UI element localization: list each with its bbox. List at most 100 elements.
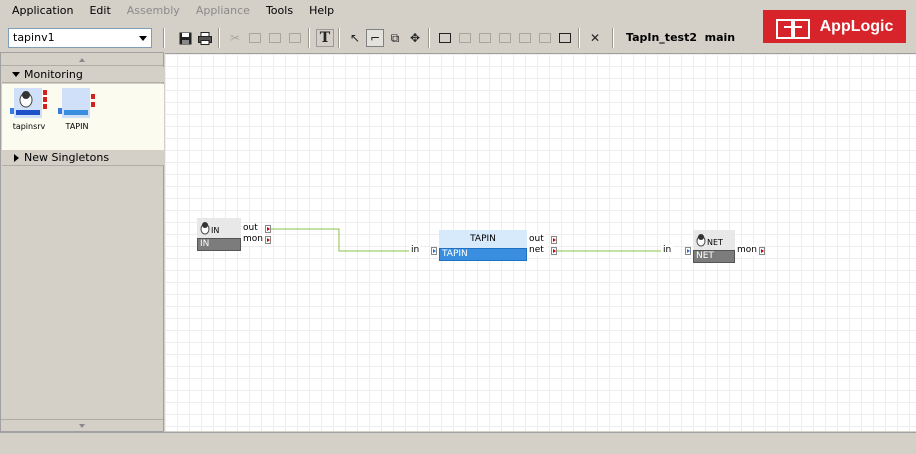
save-icon bbox=[179, 32, 191, 44]
chevron-up-icon bbox=[79, 58, 85, 62]
category-new-singletons[interactable]: New Singletons bbox=[2, 150, 164, 166]
port-label: out bbox=[241, 223, 260, 234]
monitor-chart-icon bbox=[559, 33, 571, 43]
copy-button[interactable] bbox=[246, 29, 264, 47]
linux-appliance-icon bbox=[10, 88, 48, 118]
port-label: mon bbox=[735, 245, 759, 256]
select-tool-button[interactable]: ↖ bbox=[346, 29, 364, 47]
toolbar-separator bbox=[612, 28, 614, 48]
connector-icon: ⌐ bbox=[369, 31, 381, 45]
view-button-4[interactable] bbox=[516, 29, 534, 47]
monitor-button[interactable] bbox=[556, 29, 574, 47]
component-palette: Monitoring tapinsrv TAPIN New Singletons bbox=[0, 52, 164, 432]
assembly-title: TapIn_test2 main bbox=[626, 31, 736, 44]
chevron-down-icon bbox=[139, 36, 147, 41]
connect-tool-button[interactable]: ⌐ bbox=[366, 29, 384, 47]
view-button-2[interactable] bbox=[476, 29, 494, 47]
port-mon[interactable] bbox=[265, 236, 271, 244]
palette-item-tapinsrv[interactable]: tapinsrv bbox=[4, 88, 54, 131]
palette-scroll-up[interactable] bbox=[1, 54, 163, 66]
chevron-down-icon bbox=[79, 424, 85, 428]
chevron-right-icon bbox=[14, 154, 19, 162]
palette-scroll-down[interactable] bbox=[1, 419, 163, 431]
tap-appliance-icon bbox=[58, 88, 96, 118]
paste-special-button[interactable] bbox=[286, 29, 304, 47]
port-label: out bbox=[527, 234, 546, 245]
port-label: mon bbox=[241, 234, 265, 245]
save-button[interactable] bbox=[176, 29, 194, 47]
component-head: IN bbox=[197, 218, 241, 238]
window-button[interactable] bbox=[436, 29, 454, 47]
chevron-down-icon bbox=[12, 72, 20, 77]
category-monitoring[interactable]: Monitoring bbox=[2, 67, 164, 83]
menu-application[interactable]: Application bbox=[4, 0, 81, 22]
applogic-logo-icon bbox=[775, 18, 810, 39]
copy-icon bbox=[249, 33, 261, 43]
menu-tools[interactable]: Tools bbox=[258, 0, 301, 22]
printer-icon bbox=[198, 31, 212, 45]
component-label: TAPIN bbox=[439, 248, 527, 261]
toolbar-separator bbox=[338, 28, 340, 48]
menu-edit[interactable]: Edit bbox=[81, 0, 118, 22]
category-monitoring-items: tapinsrv TAPIN bbox=[2, 84, 164, 150]
view-button-1[interactable] bbox=[456, 29, 474, 47]
brand-name: AppLogic bbox=[819, 17, 894, 35]
window-icon bbox=[479, 33, 491, 43]
view-button-5[interactable] bbox=[536, 29, 554, 47]
move-icon: ✥ bbox=[409, 31, 421, 45]
port-out[interactable] bbox=[265, 225, 271, 233]
window-icon bbox=[459, 33, 471, 43]
category-label: Monitoring bbox=[24, 68, 83, 81]
application-select-value: tapinv1 bbox=[13, 31, 55, 44]
toolbar-separator bbox=[218, 28, 220, 48]
print-button[interactable] bbox=[196, 29, 214, 47]
port-label: net bbox=[527, 245, 546, 256]
palette-item-tapin[interactable]: TAPIN bbox=[52, 88, 102, 131]
menu-help[interactable]: Help bbox=[301, 0, 342, 22]
window-icon bbox=[519, 33, 531, 43]
component-title: NET bbox=[707, 238, 723, 247]
close-icon: ✕ bbox=[589, 31, 601, 45]
port-in[interactable] bbox=[685, 247, 691, 255]
port-in[interactable] bbox=[431, 247, 437, 255]
linux-penguin-icon bbox=[696, 234, 706, 247]
toolbar-separator bbox=[308, 28, 310, 48]
menu-appliance[interactable]: Appliance bbox=[188, 0, 258, 22]
toolbar-separator bbox=[578, 28, 580, 48]
palette-item-label: TAPIN bbox=[65, 122, 89, 131]
group-tool-button[interactable]: ⧉ bbox=[386, 29, 404, 47]
status-bar bbox=[0, 432, 916, 454]
application-select[interactable]: tapinv1 bbox=[8, 28, 152, 48]
move-tool-button[interactable]: ✥ bbox=[406, 29, 424, 47]
component-title: TAPIN bbox=[470, 234, 496, 244]
assembly-canvas[interactable]: IN IN out mon in TAPIN TAPIN out net in … bbox=[165, 53, 916, 431]
port-out[interactable] bbox=[551, 236, 557, 244]
component-head: TAPIN bbox=[439, 230, 527, 248]
port-mon[interactable] bbox=[759, 247, 765, 255]
window-icon bbox=[499, 33, 511, 43]
view-button-3[interactable] bbox=[496, 29, 514, 47]
paste-icon bbox=[269, 33, 281, 43]
menu-assembly[interactable]: Assembly bbox=[119, 0, 188, 22]
category-label: New Singletons bbox=[24, 151, 110, 164]
toolbar-separator bbox=[428, 28, 430, 48]
cursor-arrow-icon: ↖ bbox=[349, 31, 361, 45]
toolbar-separator bbox=[163, 28, 165, 48]
port-label: in bbox=[409, 245, 422, 256]
port-label: in bbox=[661, 245, 674, 256]
component-head: NET bbox=[693, 230, 735, 250]
port-net[interactable] bbox=[551, 247, 557, 255]
palette-item-label: tapinsrv bbox=[12, 122, 46, 131]
clipboard-icon bbox=[289, 33, 301, 43]
text-tool-button[interactable]: T bbox=[316, 29, 334, 47]
scissors-icon: ✂ bbox=[229, 31, 241, 45]
cut-button[interactable]: ✂ bbox=[226, 29, 244, 47]
group-icon: ⧉ bbox=[390, 30, 400, 45]
linux-penguin-icon bbox=[200, 222, 210, 235]
window-icon bbox=[439, 33, 451, 43]
paste-button[interactable] bbox=[266, 29, 284, 47]
close-button[interactable]: ✕ bbox=[586, 29, 604, 47]
applogic-logo: AppLogic bbox=[763, 10, 906, 43]
wire-in-to-tapin[interactable] bbox=[271, 228, 409, 252]
component-label: IN bbox=[197, 238, 241, 251]
